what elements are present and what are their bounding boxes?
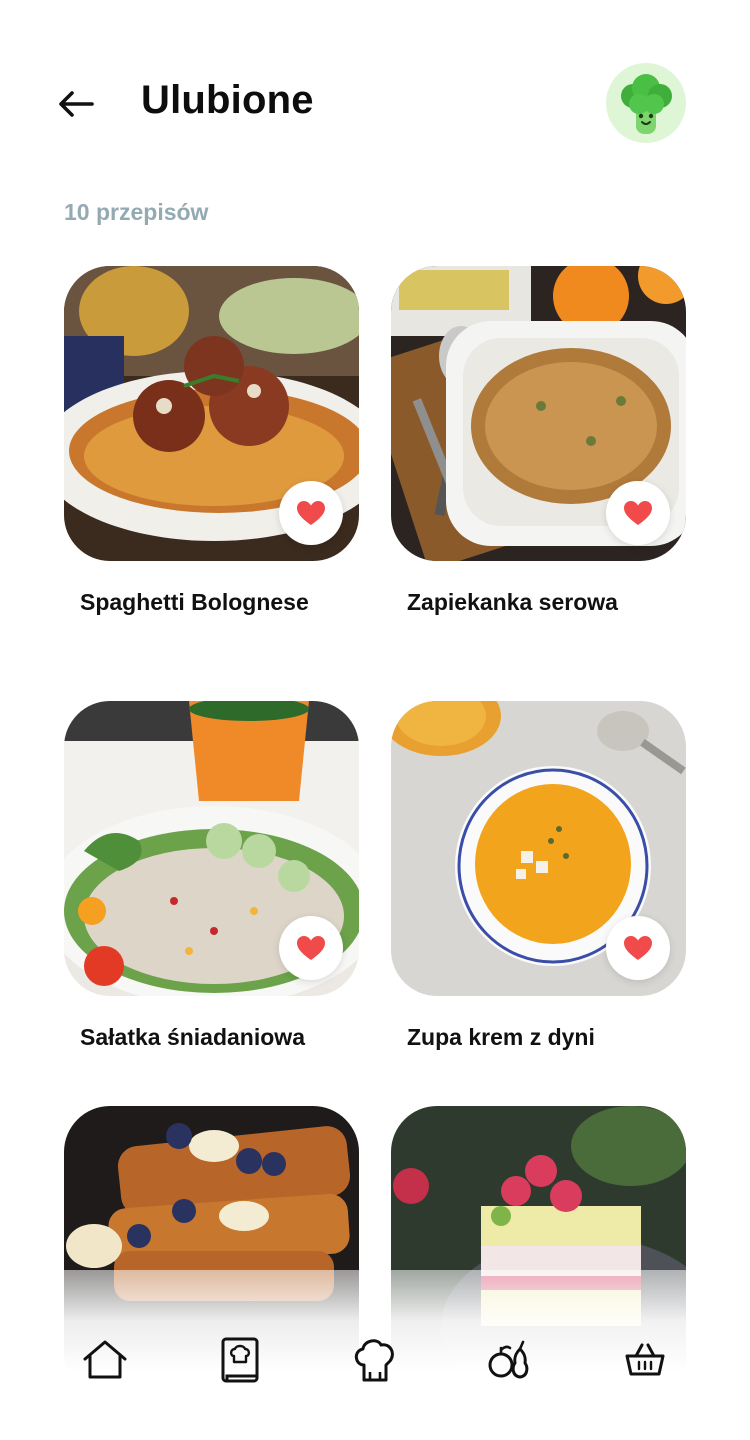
recipe-image[interactable] bbox=[64, 701, 359, 996]
recipe-card[interactable]: Sałatka śniadaniowa bbox=[64, 701, 359, 1052]
recipe-image[interactable] bbox=[64, 266, 359, 561]
recipe-title: Sałatka śniadaniowa bbox=[80, 1024, 305, 1050]
recipe-title: Zupa krem z dyni bbox=[407, 1024, 595, 1050]
chef-hat-icon bbox=[354, 1339, 394, 1382]
recipe-card[interactable]: Zapiekanka serowa bbox=[391, 266, 686, 617]
tab-recipes[interactable] bbox=[208, 1328, 272, 1392]
broccoli-mascot-icon bbox=[621, 74, 672, 134]
favorite-button[interactable] bbox=[279, 481, 343, 545]
recipe-book-icon bbox=[221, 1337, 259, 1383]
recipe-image[interactable] bbox=[391, 266, 686, 561]
back-button[interactable] bbox=[54, 82, 98, 126]
fruits-icon bbox=[488, 1340, 529, 1379]
heart-icon bbox=[624, 936, 652, 960]
favorite-button[interactable] bbox=[279, 916, 343, 980]
recipe-image[interactable] bbox=[391, 701, 686, 996]
tab-home[interactable] bbox=[73, 1328, 137, 1392]
recipe-title: Spaghetti Bolognese bbox=[80, 589, 309, 615]
heart-icon bbox=[297, 936, 325, 960]
heart-icon bbox=[297, 501, 325, 525]
recipe-card[interactable]: Spaghetti Bolognese bbox=[64, 266, 359, 617]
arrow-left-icon bbox=[59, 91, 94, 117]
tab-cart[interactable] bbox=[613, 1328, 677, 1392]
home-icon bbox=[83, 1340, 127, 1379]
shopping-basket-icon bbox=[625, 1343, 665, 1376]
avatar[interactable] bbox=[606, 63, 686, 143]
recipe-card[interactable]: Zupa krem z dyni bbox=[391, 701, 686, 1052]
page-title: Ulubione bbox=[141, 78, 314, 122]
header: Ulubione bbox=[0, 0, 750, 200]
favorite-button[interactable] bbox=[606, 481, 670, 545]
recipes-count: 10 przepisów bbox=[64, 199, 209, 225]
favorite-button[interactable] bbox=[606, 916, 670, 980]
recipe-title: Zapiekanka serowa bbox=[407, 589, 618, 615]
heart-icon bbox=[624, 501, 652, 525]
bottom-navigation bbox=[0, 1320, 750, 1400]
tab-chef[interactable] bbox=[343, 1328, 407, 1392]
tab-products[interactable] bbox=[478, 1328, 542, 1392]
